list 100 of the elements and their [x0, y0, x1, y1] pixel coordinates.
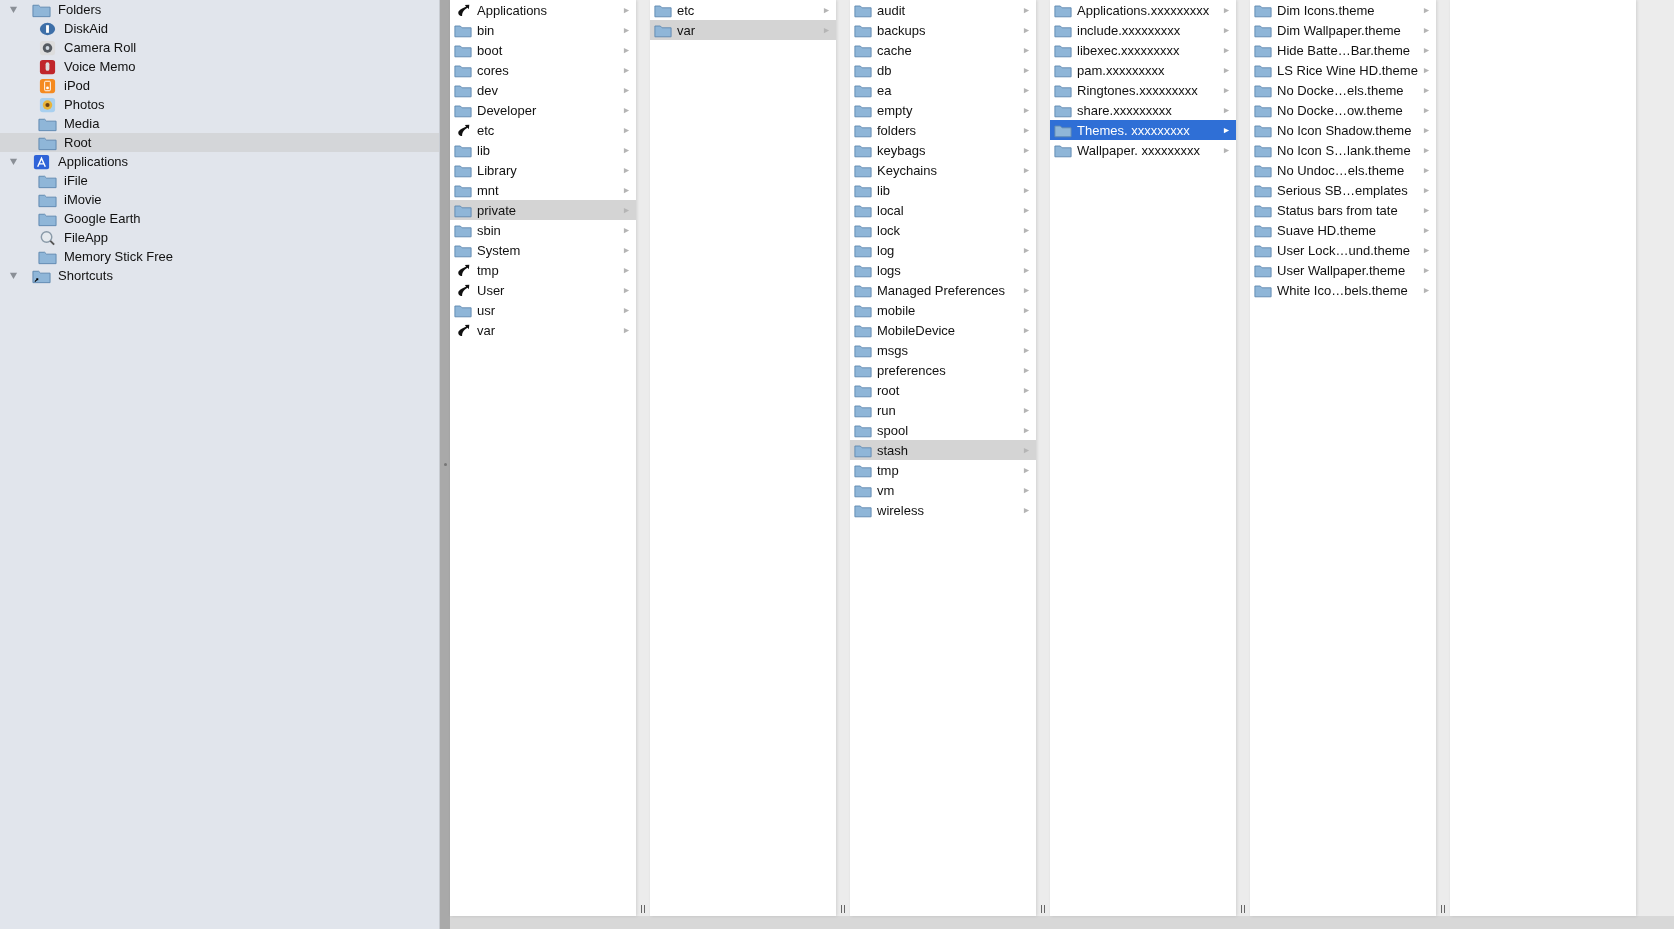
file-name: lib [877, 182, 891, 198]
column-resize-handle-icon[interactable] [1240, 905, 1246, 913]
disclosure-arrow-icon [1423, 66, 1430, 74]
file-row[interactable]: share.xxxxxxxxx [1050, 100, 1236, 120]
file-row[interactable]: No Docke…ow.theme [1250, 100, 1436, 120]
file-row[interactable]: spool [850, 420, 1036, 440]
file-row[interactable]: MobileDevice [850, 320, 1036, 340]
file-row[interactable]: No Icon S…lank.theme [1250, 140, 1436, 160]
file-row[interactable]: audit [850, 0, 1036, 20]
file-row[interactable]: Library [450, 160, 636, 180]
file-row[interactable]: pam.xxxxxxxxx [1050, 60, 1236, 80]
column-resize-handle-icon[interactable] [1440, 905, 1446, 913]
file-name: db [877, 62, 893, 78]
file-row[interactable]: logs [850, 260, 1036, 280]
file-row[interactable]: backups [850, 20, 1036, 40]
folder-icon [1254, 42, 1272, 58]
file-row[interactable]: private [450, 200, 636, 220]
sidebar-item[interactable]: Google Earth [0, 209, 439, 228]
file-row[interactable]: System [450, 240, 636, 260]
sidebar-item-label: Voice Memo [64, 59, 136, 74]
sidebar-group[interactable]: Folders [0, 0, 439, 19]
file-row[interactable]: db [850, 60, 1036, 80]
sidebar-item[interactable]: Memory Stick Free [0, 247, 439, 266]
sidebar-item[interactable]: FileApp [0, 228, 439, 247]
file-row[interactable]: cores [450, 60, 636, 80]
sidebar-item[interactable]: iPod [0, 76, 439, 95]
file-row[interactable]: preferences [850, 360, 1036, 380]
file-row[interactable]: keybags [850, 140, 1036, 160]
file-row[interactable]: dev [450, 80, 636, 100]
file-row[interactable]: Themes. xxxxxxxxx [1050, 120, 1236, 140]
sidebar-item[interactable]: Voice Memo [0, 57, 439, 76]
file-row[interactable]: Applications [450, 0, 636, 20]
sidebar-item[interactable]: DiskAid [0, 19, 439, 38]
file-row[interactable]: lib [850, 180, 1036, 200]
file-row[interactable]: LS Rice Wine HD.theme [1250, 60, 1436, 80]
file-row[interactable]: sbin [450, 220, 636, 240]
file-row[interactable]: folders [850, 120, 1036, 140]
file-row[interactable]: Dim Icons.theme [1250, 0, 1436, 20]
file-row[interactable]: White Ico…bels.theme [1250, 280, 1436, 300]
file-row[interactable]: lib [450, 140, 636, 160]
file-row[interactable]: mobile [850, 300, 1036, 320]
file-row[interactable]: Serious SB…emplates [1250, 180, 1436, 200]
disclosure-arrow-icon [1223, 6, 1230, 14]
file-row[interactable]: User [450, 280, 636, 300]
file-row[interactable]: root [850, 380, 1036, 400]
sidebar-item[interactable]: Photos [0, 95, 439, 114]
file-row[interactable]: log [850, 240, 1036, 260]
file-row[interactable]: Developer [450, 100, 636, 120]
file-row[interactable]: tmp [450, 260, 636, 280]
file-row[interactable]: Ringtones.xxxxxxxxx [1050, 80, 1236, 100]
sidebar-item[interactable]: iFile [0, 171, 439, 190]
sidebar-item[interactable]: iMovie [0, 190, 439, 209]
file-row[interactable]: run [850, 400, 1036, 420]
sidebar-item[interactable]: Root [0, 133, 439, 152]
file-row[interactable]: User Wallpaper.theme [1250, 260, 1436, 280]
file-row[interactable]: empty [850, 100, 1036, 120]
file-row[interactable]: include.xxxxxxxxx [1050, 20, 1236, 40]
file-row[interactable]: Wallpaper. xxxxxxxxx [1050, 140, 1236, 160]
file-row[interactable]: Applications.xxxxxxxxx [1050, 0, 1236, 20]
splitter-handle[interactable] [440, 0, 450, 929]
file-row[interactable]: local [850, 200, 1036, 220]
file-row[interactable]: libexec.xxxxxxxxx [1050, 40, 1236, 60]
sidebar-group[interactable]: Shortcuts [0, 266, 439, 285]
column-resize-handle-icon[interactable] [840, 905, 846, 913]
disclosure-triangle-icon[interactable] [9, 5, 18, 14]
file-row[interactable]: Dim Wallpaper.theme [1250, 20, 1436, 40]
file-row[interactable]: bin [450, 20, 636, 40]
file-row[interactable]: etc [450, 120, 636, 140]
file-row[interactable]: var [650, 20, 836, 40]
file-row[interactable]: Suave HD.theme [1250, 220, 1436, 240]
file-row[interactable]: var [450, 320, 636, 340]
file-row[interactable]: User Lock…und.theme [1250, 240, 1436, 260]
file-row[interactable]: mnt [450, 180, 636, 200]
file-row[interactable]: Keychains [850, 160, 1036, 180]
sidebar-group[interactable]: Applications [0, 152, 439, 171]
file-row[interactable]: etc [650, 0, 836, 20]
file-row[interactable]: Managed Preferences [850, 280, 1036, 300]
file-row[interactable]: No Icon Shadow.theme [1250, 120, 1436, 140]
file-row[interactable]: No Undoc…els.theme [1250, 160, 1436, 180]
file-row[interactable]: msgs [850, 340, 1036, 360]
column-resize-handle-icon[interactable] [640, 905, 646, 913]
disclosure-triangle-icon[interactable] [9, 271, 18, 280]
file-row[interactable]: tmp [850, 460, 1036, 480]
disclosure-arrow-icon [1223, 26, 1230, 34]
file-row[interactable]: vm [850, 480, 1036, 500]
file-row[interactable]: ea [850, 80, 1036, 100]
file-row[interactable]: cache [850, 40, 1036, 60]
file-row[interactable]: wireless [850, 500, 1036, 520]
column-resize-handle-icon[interactable] [1040, 905, 1046, 913]
file-row[interactable]: lock [850, 220, 1036, 240]
sidebar-item[interactable]: Media [0, 114, 439, 133]
file-row[interactable]: Status bars from tate [1250, 200, 1436, 220]
file-row[interactable]: Hide Batte…Bar.theme [1250, 40, 1436, 60]
disclosure-triangle-icon[interactable] [9, 157, 18, 166]
sidebar-item[interactable]: Camera Roll [0, 38, 439, 57]
file-row[interactable]: stash [850, 440, 1036, 460]
folder-icon [1254, 2, 1272, 18]
file-row[interactable]: No Docke…els.theme [1250, 80, 1436, 100]
file-row[interactable]: boot [450, 40, 636, 60]
file-row[interactable]: usr [450, 300, 636, 320]
